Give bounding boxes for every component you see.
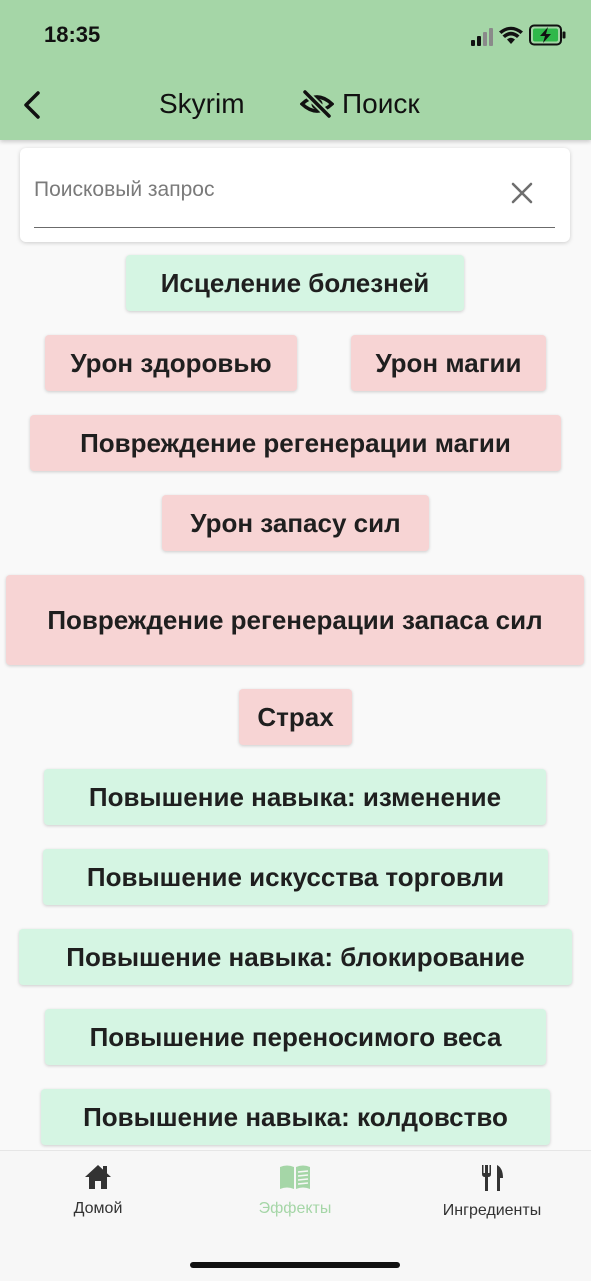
- toggle-search-button[interactable]: Поиск: [300, 86, 420, 122]
- effect-chip[interactable]: Повышение навыка: изменение: [44, 769, 546, 825]
- nav-effects[interactable]: Эффекты: [245, 1163, 345, 1218]
- effect-chip[interactable]: Повреждение регенерации запаса сил: [6, 575, 584, 665]
- fork-knife-icon: [482, 1165, 503, 1191]
- effect-label: Повреждение регенерации запаса сил: [47, 605, 543, 635]
- search-card: [20, 148, 570, 242]
- eye-off-icon: [300, 89, 334, 119]
- effect-label: Повреждение регенерации магии: [80, 428, 511, 458]
- effect-chip[interactable]: Исцеление болезней: [126, 255, 464, 311]
- effect-chip[interactable]: Страх: [239, 689, 352, 745]
- effect-label: Урон запасу сил: [190, 508, 401, 538]
- effect-label: Повышение искусства торговли: [86, 862, 505, 892]
- nav-ingredients-label: Ингредиенты: [442, 1202, 542, 1219]
- search-input[interactable]: [34, 170, 484, 210]
- effect-chip[interactable]: Урон запасу сил: [162, 495, 429, 551]
- close-icon: [511, 182, 533, 204]
- nav-effects-label: Эффекты: [258, 1200, 332, 1217]
- effect-chip[interactable]: Повышение переносимого веса: [45, 1009, 546, 1065]
- effect-chip[interactable]: Повышение искусства торговли: [43, 849, 548, 905]
- effect-chip[interactable]: Повышение навыка: блокирование: [19, 929, 572, 985]
- effect-chip[interactable]: Урон здоровью: [45, 335, 297, 391]
- status-time: 18:35: [44, 22, 101, 47]
- effect-label: Страх: [257, 702, 334, 732]
- battery-icon: [529, 24, 567, 51]
- clear-search-button[interactable]: [509, 180, 535, 206]
- app-title: Skyrim: [159, 88, 245, 119]
- effect-chip[interactable]: Повреждение регенерации магии: [30, 415, 561, 471]
- effect-label: Урон магии: [375, 348, 522, 378]
- effect-label: Повышение переносимого веса: [89, 1022, 502, 1052]
- app-bar: 18:35 Skyrim Поиск: [0, 0, 591, 140]
- effect-label: Урон здоровью: [70, 348, 272, 378]
- effect-label: Повышение навыка: изменение: [88, 782, 502, 812]
- back-button[interactable]: [18, 88, 48, 122]
- wifi-icon: [499, 26, 523, 51]
- home-indicator: [190, 1262, 400, 1268]
- chevron-left-icon: [24, 91, 40, 119]
- effect-label: Повышение навыка: блокирование: [66, 942, 525, 972]
- effect-chip[interactable]: Урон магии: [351, 335, 546, 391]
- home-icon: [85, 1165, 111, 1189]
- nav-ingredients[interactable]: Ингредиенты: [432, 1163, 552, 1220]
- nav-home[interactable]: Домой: [60, 1163, 136, 1218]
- toggle-search-label: Поиск: [342, 88, 420, 119]
- search-underline: [34, 227, 555, 228]
- signal-icon: [471, 28, 495, 51]
- effect-label: Исцеление болезней: [160, 268, 430, 298]
- book-icon: [280, 1165, 310, 1189]
- effect-label: Повышение навыка: колдовство: [83, 1102, 508, 1132]
- effect-chip[interactable]: Повышение навыка: колдовство: [41, 1089, 550, 1145]
- nav-home-label: Домой: [73, 1200, 123, 1217]
